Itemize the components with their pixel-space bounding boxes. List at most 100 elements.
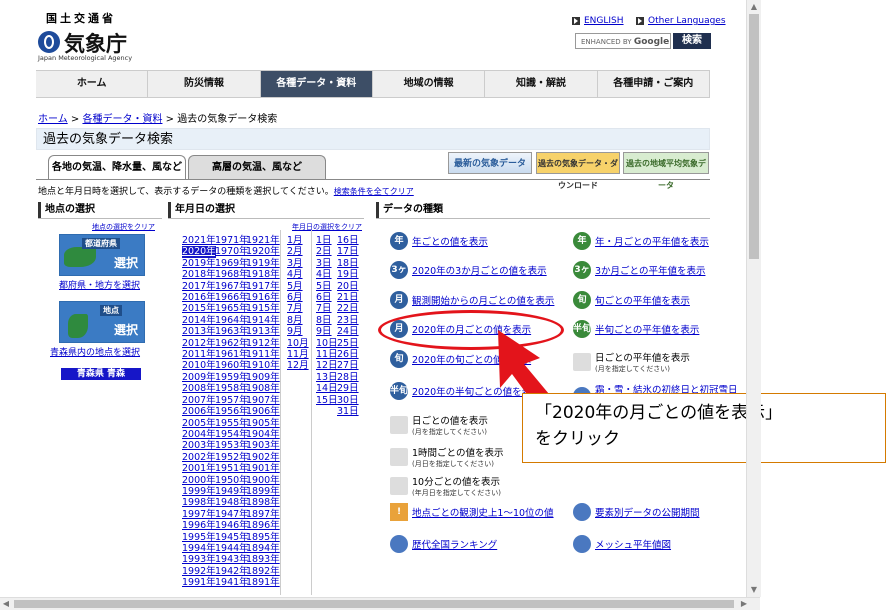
scroll-thumb[interactable] [14,600,734,608]
years-3-item[interactable]: 1902年 [246,452,280,463]
years-2-item[interactable]: 1947年 [215,509,249,520]
years-2-item[interactable]: 1953年 [215,440,249,451]
days-1-item[interactable]: 13日 [316,372,338,383]
days-1-item[interactable]: 7日 [316,303,338,314]
years-3-item[interactable]: 1891年 [246,577,280,588]
nav-tab-1[interactable]: 防災情報 [148,71,261,97]
years-3-item[interactable]: 1908年 [246,383,280,394]
years-2-item[interactable]: 1960年 [215,360,249,371]
data-type-label[interactable]: 要素別データの公開期間 [595,508,700,519]
years-2-item[interactable]: 1970年 [215,246,249,257]
years-3-item[interactable]: 1907年 [246,395,280,406]
data-type-label[interactable]: 旬ごとの平年値を表示 [595,296,690,307]
breadcrumb-data[interactable]: 各種データ・資料 [82,114,162,125]
years-1-item[interactable]: 2003年 [182,440,216,451]
months-item[interactable]: 5月 [287,281,309,292]
years-1-item[interactable]: 2013年 [182,326,216,337]
days-2-item[interactable]: 25日 [337,338,359,349]
years-1-item[interactable]: 1998年 [182,497,216,508]
years-3-item[interactable]: 1896年 [246,520,280,531]
years-3-item[interactable]: 1900年 [246,475,280,486]
years-2-item[interactable]: 1957年 [215,395,249,406]
years-1-item[interactable]: 1994年 [182,543,216,554]
years-2-item[interactable]: 1962年 [215,338,249,349]
data-type-row[interactable]: 月観測開始からの月ごとの値を表示 [390,291,554,309]
days-2-item[interactable]: 29日 [337,383,359,394]
select-prefecture-link[interactable]: 都府県・地方を選択 [59,278,140,291]
years-1-item[interactable]: 2020年 [182,246,216,258]
data-type-label[interactable]: 2020年の3か月ごとの値を表示 [412,266,547,277]
years-2-item[interactable]: 1944年 [215,543,249,554]
years-3-item[interactable]: 1916年 [246,292,280,303]
tab-surface-data[interactable]: 各地の気温、降水量、風など [48,155,186,180]
years-1-item[interactable]: 2017年 [182,281,216,292]
years-3-item[interactable]: 1910年 [246,360,280,371]
months-item[interactable]: 3月 [287,258,309,269]
days-1-item[interactable]: 15日 [316,395,338,406]
days-1-item[interactable]: 8日 [316,315,338,326]
years-1-item[interactable]: 2010年 [182,360,216,371]
clear-station-link[interactable]: 地点の選択をクリア [92,222,155,232]
select-prefecture-button[interactable]: 都道府県 選択 [59,234,145,276]
days-2-item[interactable]: 21日 [337,292,359,303]
years-3-item[interactable]: 1892年 [246,566,280,577]
days-2-item[interactable]: 16日 [337,235,359,246]
months-item[interactable]: 4月 [287,269,309,280]
years-2-item[interactable]: 1968年 [215,269,249,280]
data-type-label[interactable]: 地点ごとの観測史上1～10位の値 [412,508,554,519]
scroll-thumb[interactable] [749,14,759,259]
latest-data-banner[interactable]: 最新の気象データ [448,152,532,174]
data-type-row[interactable]: 年年ごとの値を表示 [390,232,488,250]
years-3-item[interactable]: 1901年 [246,463,280,474]
data-type-row[interactable]: 年年・月ごとの平年値を表示 [573,232,709,250]
months-item[interactable]: 11月 [287,349,309,360]
search-input[interactable]: ENHANCED BY Google [575,33,671,49]
days-2-item[interactable]: 22日 [337,303,359,314]
years-1-item[interactable]: 2002年 [182,452,216,463]
years-3-item[interactable]: 1917年 [246,281,280,292]
years-1-item[interactable]: 1996年 [182,520,216,531]
years-2-item[interactable]: 1950年 [215,475,249,486]
data-type-label[interactable]: 3か月ごとの平年値を表示 [595,266,705,277]
years-1-item[interactable]: 1999年 [182,486,216,497]
data-type-row[interactable]: 3ヶ月 2020年の3か月ごとの値を表示 [390,261,547,293]
data-type-label[interactable]: 観測開始からの月ごとの値を表示 [412,296,554,307]
years-2-item[interactable]: 1966年 [215,292,249,303]
years-1-item[interactable]: 2008年 [182,383,216,394]
days-2-item[interactable]: 27日 [337,360,359,371]
years-3-item[interactable]: 1914年 [246,315,280,326]
days-1-item[interactable]: 11日 [316,349,338,360]
years-1-item[interactable]: 2004年 [182,429,216,440]
years-2-item[interactable]: 1961年 [215,349,249,360]
nav-tab-2[interactable]: 各種データ・資料 [260,71,373,97]
years-3-item[interactable]: 1905年 [246,418,280,429]
years-1-item[interactable]: 2016年 [182,292,216,303]
years-2-item[interactable]: 1967年 [215,281,249,292]
months-item[interactable]: 2月 [287,246,309,257]
scroll-down-icon[interactable]: ▼ [747,583,761,597]
months-item[interactable]: 9月 [287,326,309,337]
data-type-label[interactable]: 年ごとの値を表示 [412,237,488,248]
years-2-item[interactable]: 1969年 [215,258,249,269]
years-3-item[interactable]: 1921年 [246,235,280,246]
days-1-item[interactable]: 3日 [316,258,338,269]
breadcrumb-home[interactable]: ホーム [38,114,68,125]
years-2-item[interactable]: 1964年 [215,315,249,326]
years-2-item[interactable]: 1949年 [215,486,249,497]
years-2-item[interactable]: 1945年 [215,532,249,543]
data-type-row[interactable]: 3ヶ月 3か月ごとの平年値を表示 [573,261,705,293]
years-1-item[interactable]: 1991年 [182,577,216,588]
days-1-item[interactable]: 10日 [316,338,338,349]
years-3-item[interactable]: 1913年 [246,326,280,337]
years-2-item[interactable]: 1943年 [215,554,249,565]
days-1-item[interactable]: 6日 [316,292,338,303]
years-3-item[interactable]: 1909年 [246,372,280,383]
scroll-up-icon[interactable]: ▲ [747,0,761,14]
other-languages-link[interactable]: Other Languages [636,16,726,26]
years-2-item[interactable]: 1952年 [215,452,249,463]
clear-all-link[interactable]: 検索条件を全てクリア [334,187,414,196]
months-item[interactable]: 6月 [287,292,309,303]
days-1-item[interactable]: 14日 [316,383,338,394]
search-button[interactable]: 検索 [673,33,711,49]
years-2-item[interactable]: 1942年 [215,566,249,577]
